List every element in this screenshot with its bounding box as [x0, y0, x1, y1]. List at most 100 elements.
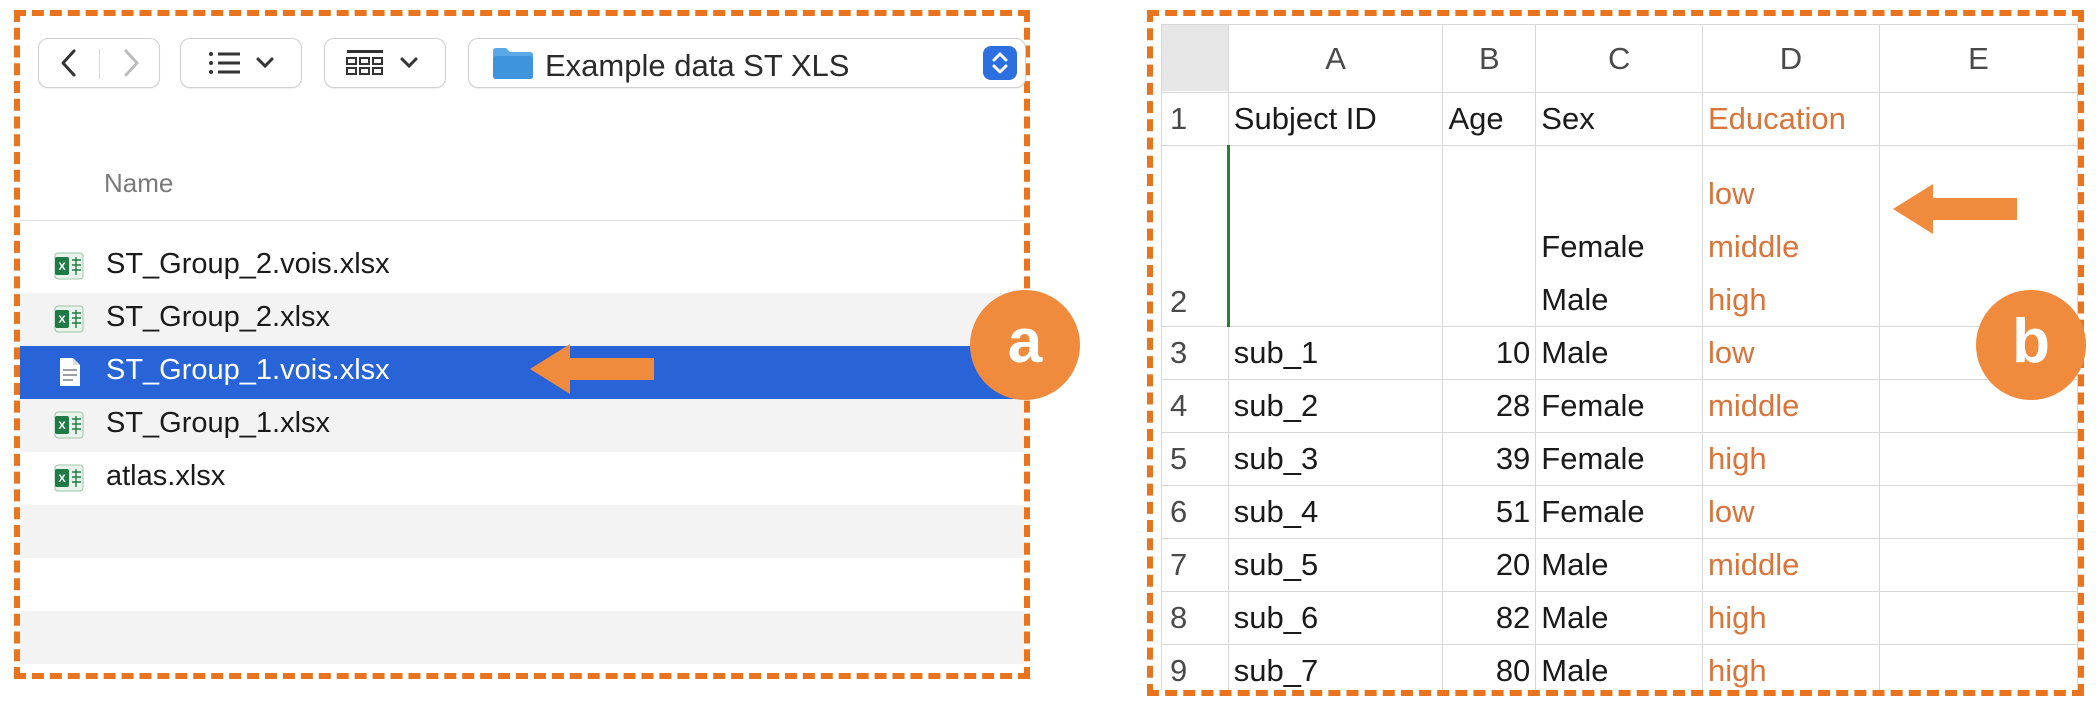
label-badge-a: a	[970, 290, 1080, 400]
cell-education[interactable]: low	[1702, 485, 1880, 539]
cell-subject-id[interactable]: sub_1	[1227, 326, 1444, 380]
cell-e1[interactable]	[1878, 92, 2078, 146]
list-view-icon	[209, 52, 274, 74]
cell-subject-id[interactable]: sub_3	[1227, 432, 1444, 486]
cell-empty[interactable]	[1878, 485, 2078, 539]
row-header[interactable]: 9	[1161, 644, 1229, 690]
cell-age[interactable]: 28	[1442, 379, 1537, 433]
cell-sex[interactable]: Male	[1535, 644, 1703, 690]
cell-age[interactable]: 51	[1442, 485, 1537, 539]
cell-subject-id[interactable]: sub_7	[1227, 644, 1444, 690]
empty-row	[20, 505, 1024, 558]
chevron-left-icon	[61, 49, 76, 77]
svg-text:X: X	[58, 420, 66, 432]
row-header[interactable]: 2	[1161, 145, 1229, 327]
cell-sex[interactable]: Male	[1535, 591, 1703, 645]
excel-file-icon: X	[54, 464, 84, 492]
cell-empty[interactable]	[1878, 644, 2078, 690]
spreadsheet-grid: A B C D E 1 Subject ID Age Sex Education…	[1161, 24, 2078, 690]
grid-view-icon	[346, 50, 418, 75]
cell-education[interactable]: high	[1702, 591, 1880, 645]
education-option: middle	[1708, 229, 1800, 264]
cell-sex[interactable]: Male	[1535, 538, 1703, 592]
education-option: high	[1708, 282, 1767, 317]
cell-age[interactable]: 82	[1442, 591, 1537, 645]
education-option: low	[1708, 176, 1755, 211]
cell-subject-id[interactable]: sub_5	[1227, 538, 1444, 592]
column-header-c[interactable]: C	[1535, 24, 1703, 93]
finder-panel: Example data ST XLS Name X ST_Group_2.vo…	[14, 10, 1030, 679]
svg-text:X: X	[58, 473, 66, 485]
cell-subject-id[interactable]: sub_4	[1227, 485, 1444, 539]
file-name: ST_Group_2.vois.xlsx	[106, 248, 390, 280]
cell-empty[interactable]	[1878, 591, 2078, 645]
row-header[interactable]: 6	[1161, 485, 1229, 539]
file-name: ST_Group_2.xlsx	[106, 301, 331, 333]
excel-file-icon: X	[54, 411, 84, 439]
cell-subject-id[interactable]: sub_6	[1227, 591, 1444, 645]
cell-sex[interactable]: Female	[1535, 379, 1703, 433]
cell-a1[interactable]: Subject ID	[1227, 92, 1444, 146]
cell-education[interactable]: low	[1702, 326, 1880, 380]
file-row[interactable]: X ST_Group_1.xlsx	[20, 399, 1024, 452]
file-row[interactable]: X atlas.xlsx	[20, 452, 1024, 505]
cell-subject-id[interactable]: sub_2	[1227, 379, 1444, 433]
forward-button[interactable]	[100, 39, 160, 87]
cell-d1[interactable]: Education	[1702, 92, 1880, 146]
orange-arrow-left-icon	[530, 344, 654, 394]
cell-a2[interactable]	[1226, 145, 1444, 327]
row-header[interactable]: 1	[1161, 92, 1229, 146]
document-file-icon	[60, 358, 80, 386]
row-header[interactable]: 5	[1161, 432, 1229, 486]
cell-age[interactable]: 20	[1442, 538, 1537, 592]
current-folder-label: Example data ST XLS	[545, 48, 850, 83]
cell-sex[interactable]: Female	[1535, 432, 1703, 486]
column-header-b[interactable]: B	[1442, 24, 1537, 93]
group-view-button[interactable]	[324, 38, 446, 88]
column-header-d[interactable]: D	[1702, 24, 1880, 93]
svg-text:X: X	[58, 314, 66, 326]
cell-education[interactable]: high	[1702, 432, 1880, 486]
back-button[interactable]	[39, 39, 99, 87]
cell-c2[interactable]: Female Male	[1535, 145, 1703, 327]
file-name: atlas.xlsx	[106, 460, 226, 492]
nav-button-group	[38, 38, 160, 88]
cell-c1[interactable]: Sex	[1535, 92, 1703, 146]
list-view-button[interactable]	[180, 38, 302, 88]
row-header[interactable]: 8	[1161, 591, 1229, 645]
sex-option: Male	[1541, 282, 1609, 317]
excel-file-icon: X	[54, 252, 84, 280]
svg-text:X: X	[58, 261, 66, 273]
cell-sex[interactable]: Female	[1535, 485, 1703, 539]
file-row[interactable]: X ST_Group_2.vois.xlsx	[20, 240, 1024, 293]
row-header[interactable]: 4	[1161, 379, 1229, 433]
column-header-e[interactable]: E	[1878, 24, 2078, 93]
cell-d2[interactable]: low middle high	[1702, 145, 1880, 327]
cell-education[interactable]: middle	[1702, 379, 1880, 433]
path-stepper[interactable]	[983, 46, 1017, 80]
folder-icon	[493, 48, 533, 79]
cell-b2[interactable]	[1442, 145, 1537, 327]
file-row[interactable]: X ST_Group_2.xlsx	[20, 293, 1024, 346]
cell-empty[interactable]	[1878, 432, 2078, 486]
orange-arrow-left-icon	[1893, 184, 2017, 234]
column-header-a[interactable]: A	[1227, 24, 1444, 93]
select-all-corner[interactable]	[1161, 24, 1229, 93]
empty-row	[20, 558, 1024, 611]
file-row-selected[interactable]: ST_Group_1.vois.xlsx	[20, 346, 1024, 399]
cell-sex[interactable]: Male	[1535, 326, 1703, 380]
cell-age[interactable]: 10	[1442, 326, 1537, 380]
cell-education[interactable]: high	[1702, 644, 1880, 690]
row-header[interactable]: 7	[1161, 538, 1229, 592]
cell-empty[interactable]	[1878, 538, 2078, 592]
chevron-updown-icon	[992, 52, 1008, 74]
row-header[interactable]: 3	[1161, 326, 1229, 380]
cell-age[interactable]: 80	[1442, 644, 1537, 690]
chevron-right-icon	[124, 49, 139, 77]
cell-b1[interactable]: Age	[1442, 92, 1537, 146]
cell-education[interactable]: middle	[1702, 538, 1880, 592]
cell-age[interactable]: 39	[1442, 432, 1537, 486]
label-badge-b: b	[1976, 290, 2086, 400]
path-popup-button[interactable]: Example data ST XLS	[468, 38, 1026, 88]
name-column-header[interactable]: Name	[104, 168, 173, 199]
